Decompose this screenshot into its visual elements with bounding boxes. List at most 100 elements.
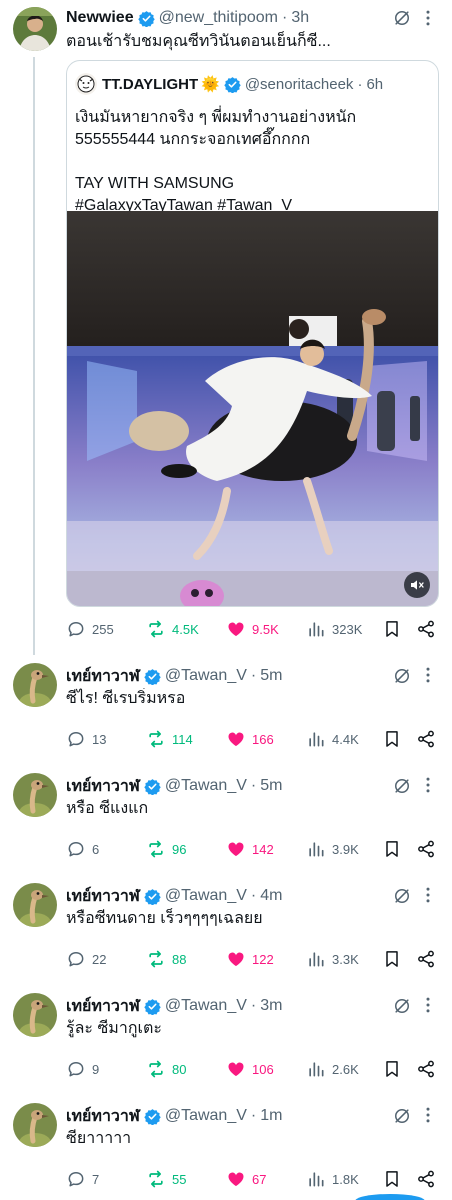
- reply-tweet[interactable]: เทย์ทาวาฬ @Tawan_V · 5m หรือ ซีแงแก 6 96 142 3.9…: [0, 770, 452, 880]
- action-bar: 22 88 122 3.3K: [66, 947, 440, 971]
- tweet-text: หรือ ซีแงแก: [66, 800, 149, 817]
- share-button[interactable]: [416, 1167, 436, 1191]
- timestamp[interactable]: 3h: [291, 9, 309, 27]
- more-icon[interactable]: [418, 665, 438, 685]
- timestamp[interactable]: 1m: [260, 1107, 282, 1125]
- like-button[interactable]: 142: [226, 837, 274, 861]
- more-icon[interactable]: [418, 995, 438, 1015]
- more-icon[interactable]: [418, 775, 438, 795]
- view-count: 1.8K: [332, 1171, 359, 1187]
- author-handle[interactable]: @Tawan_V: [165, 1107, 247, 1125]
- mute-button[interactable]: [404, 572, 430, 598]
- quoted-avatar: [75, 73, 97, 95]
- reply-button[interactable]: 255: [66, 617, 114, 641]
- grok-icon[interactable]: [392, 1106, 412, 1126]
- share-icon: [416, 949, 436, 969]
- bookmark-button[interactable]: [382, 617, 402, 641]
- timestamp[interactable]: 5m: [260, 777, 282, 795]
- author-handle[interactable]: @Tawan_V: [165, 667, 247, 685]
- like-button[interactable]: 67: [226, 1167, 266, 1191]
- timestamp[interactable]: 4m: [260, 887, 282, 905]
- grok-icon[interactable]: [392, 8, 412, 28]
- avatar[interactable]: [13, 1103, 57, 1147]
- more-icon[interactable]: [418, 885, 438, 905]
- retweet-button[interactable]: 4.5K: [146, 617, 199, 641]
- like-button[interactable]: 106: [226, 1057, 274, 1081]
- avatar[interactable]: [13, 993, 57, 1037]
- video-player[interactable]: [67, 211, 438, 606]
- author-handle[interactable]: @Tawan_V: [165, 887, 247, 905]
- retweet-button[interactable]: 80: [146, 1057, 186, 1081]
- timestamp[interactable]: 5m: [260, 667, 282, 685]
- bookmark-button[interactable]: [382, 727, 402, 751]
- avatar[interactable]: [13, 663, 57, 707]
- retweet-button[interactable]: 114: [146, 727, 193, 751]
- views-button[interactable]: 323K: [306, 617, 362, 641]
- avatar[interactable]: [13, 7, 57, 51]
- reply-tweet[interactable]: เทย์ทาวาฬ @Tawan_V · 4m หรือซีทนดาย เร็วๆๆๆๆ…: [0, 880, 452, 990]
- retweet-count: 114: [172, 731, 193, 747]
- quoted-tweet[interactable]: TT.DAYLIGHT 🌞 @senoritacheek · 6h เงินมั…: [66, 60, 439, 607]
- verified-icon: [144, 778, 161, 795]
- more-icon[interactable]: [418, 1105, 438, 1125]
- share-icon: [416, 729, 436, 749]
- avatar[interactable]: [13, 773, 57, 817]
- quoted-line: [75, 151, 430, 173]
- bookmark-button[interactable]: [382, 947, 402, 971]
- reply-icon: [66, 619, 86, 639]
- views-button[interactable]: 3.3K: [306, 947, 359, 971]
- main-tweet[interactable]: Newwiee @new_thitipoom · 3h ตอนเช้ารับชม…: [0, 0, 452, 655]
- author-handle[interactable]: @Tawan_V: [165, 777, 247, 795]
- bookmark-button[interactable]: [382, 1057, 402, 1081]
- grok-icon[interactable]: [392, 886, 412, 906]
- bookmark-button[interactable]: [382, 837, 402, 861]
- timestamp[interactable]: 3m: [260, 997, 282, 1015]
- author-name[interactable]: เทย์ทาวาฬ: [66, 774, 140, 799]
- bookmark-button[interactable]: [382, 1167, 402, 1191]
- reply-tweet[interactable]: เทย์ทาวาฬ @Tawan_V · 1m ซียาาาาา 7 55 67 1.8K: [0, 1100, 452, 1200]
- share-button[interactable]: [416, 1057, 436, 1081]
- views-icon: [306, 839, 326, 859]
- like-button[interactable]: 9.5K: [226, 617, 279, 641]
- quoted-line: 555555444 นกกระจอกเทศอึ๊กกกก: [75, 131, 311, 148]
- retweet-button[interactable]: 55: [146, 1167, 186, 1191]
- reply-count: 22: [92, 951, 107, 967]
- views-button[interactable]: 3.9K: [306, 837, 359, 861]
- share-button[interactable]: [416, 837, 436, 861]
- share-button[interactable]: [416, 617, 436, 641]
- reply-tweet[interactable]: เทย์ทาวาฬ @Tawan_V · 3m รู้ละ ซีมากูเตะ 9 80 10…: [0, 990, 452, 1100]
- author-name[interactable]: เทย์ทาวาฬ: [66, 884, 140, 909]
- author-name[interactable]: เทย์ทาวาฬ: [66, 1104, 140, 1129]
- views-button[interactable]: 2.6K: [306, 1057, 359, 1081]
- author-name[interactable]: เทย์ทาวาฬ: [66, 994, 140, 1019]
- like-button[interactable]: 122: [226, 947, 274, 971]
- author-handle[interactable]: @new_thitipoom: [159, 9, 278, 27]
- reply-button[interactable]: 13: [66, 727, 106, 751]
- retweet-button[interactable]: 88: [146, 947, 186, 971]
- retweet-button[interactable]: 96: [146, 837, 186, 861]
- more-icon[interactable]: [418, 8, 438, 28]
- tweet-text: ตอนเช้ารับชมคุณซีทวินันตอนเย็นก็ซี...: [66, 33, 331, 50]
- share-button[interactable]: [416, 727, 436, 751]
- reply-button[interactable]: 7: [66, 1167, 99, 1191]
- like-count: 9.5K: [252, 621, 279, 637]
- verified-icon: [138, 10, 155, 27]
- grok-icon[interactable]: [392, 996, 412, 1016]
- reply-button[interactable]: 6: [66, 837, 99, 861]
- reply-button[interactable]: 9: [66, 1057, 99, 1081]
- reply-button[interactable]: 22: [66, 947, 106, 971]
- author-handle[interactable]: @Tawan_V: [165, 997, 247, 1015]
- like-button[interactable]: 166: [226, 727, 274, 751]
- grok-icon[interactable]: [392, 666, 412, 686]
- author-name[interactable]: Newwiee: [66, 9, 134, 27]
- author-name[interactable]: เทย์ทาวาฬ: [66, 664, 140, 689]
- share-button[interactable]: [416, 947, 436, 971]
- grok-icon[interactable]: [392, 776, 412, 796]
- reply-tweet[interactable]: เทย์ทาวาฬ @Tawan_V · 5m ซีไร! ซีเรบริ่มหรอ 13…: [0, 660, 452, 770]
- views-button[interactable]: 1.8K: [306, 1167, 359, 1191]
- reply-icon: [66, 949, 86, 969]
- avatar[interactable]: [13, 883, 57, 927]
- views-button[interactable]: 4.4K: [306, 727, 359, 751]
- view-count: 2.6K: [332, 1061, 359, 1077]
- heart-icon: [226, 619, 246, 639]
